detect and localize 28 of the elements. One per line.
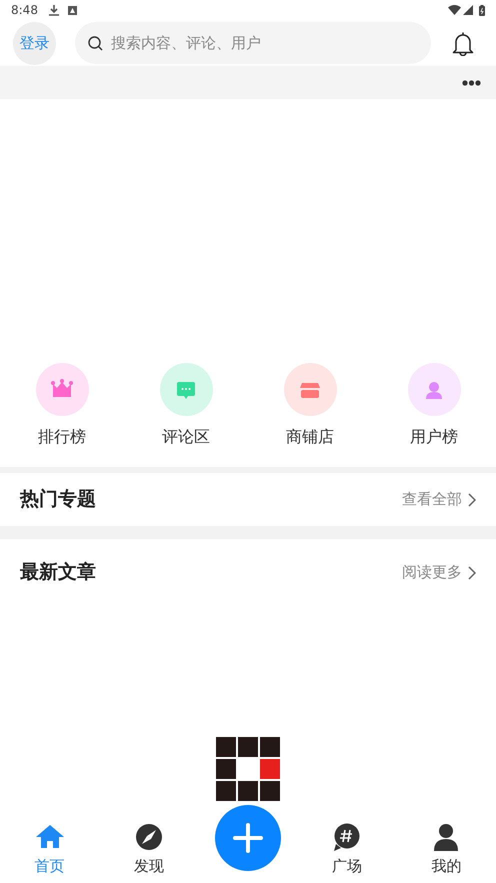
search-icon bbox=[88, 36, 103, 51]
compass-icon bbox=[134, 822, 164, 852]
hashtag-bubble-icon bbox=[332, 822, 362, 852]
chevron-right-icon bbox=[468, 492, 476, 506]
section-more-link[interactable]: 查看全部 bbox=[402, 488, 476, 511]
battery-icon bbox=[479, 4, 485, 16]
plus-icon bbox=[232, 822, 264, 854]
status-time: 8:48 bbox=[11, 2, 38, 19]
bell-icon[interactable] bbox=[452, 30, 474, 56]
download-icon bbox=[48, 4, 59, 16]
section-title: 热门专题 bbox=[20, 487, 96, 512]
section-title: 最新文章 bbox=[20, 560, 96, 586]
shortcut-label[interactable]: 排行榜 bbox=[38, 425, 86, 449]
shortcut-label[interactable]: 评论区 bbox=[162, 425, 210, 449]
nav-tab[interactable]: 广场 bbox=[332, 822, 362, 877]
signal-icon bbox=[463, 5, 473, 15]
nav-tab[interactable]: 我的 bbox=[431, 822, 462, 877]
wifi-icon bbox=[448, 5, 461, 15]
nav-tab[interactable]: 发现 bbox=[134, 822, 164, 877]
shortcut-label[interactable]: 用户榜 bbox=[410, 425, 458, 449]
loading-logo-drawing bbox=[216, 737, 280, 801]
more-icon[interactable] bbox=[462, 80, 481, 86]
section-more-link[interactable]: 阅读更多 bbox=[402, 561, 476, 584]
search-field[interactable]: 搜索内容、评论、用户 bbox=[75, 22, 431, 64]
nav-tab[interactable]: 首页 bbox=[34, 822, 65, 877]
notification-icon bbox=[68, 6, 77, 14]
chevron-right-icon bbox=[468, 566, 476, 580]
shortcut-label[interactable]: 商铺店 bbox=[286, 425, 334, 449]
